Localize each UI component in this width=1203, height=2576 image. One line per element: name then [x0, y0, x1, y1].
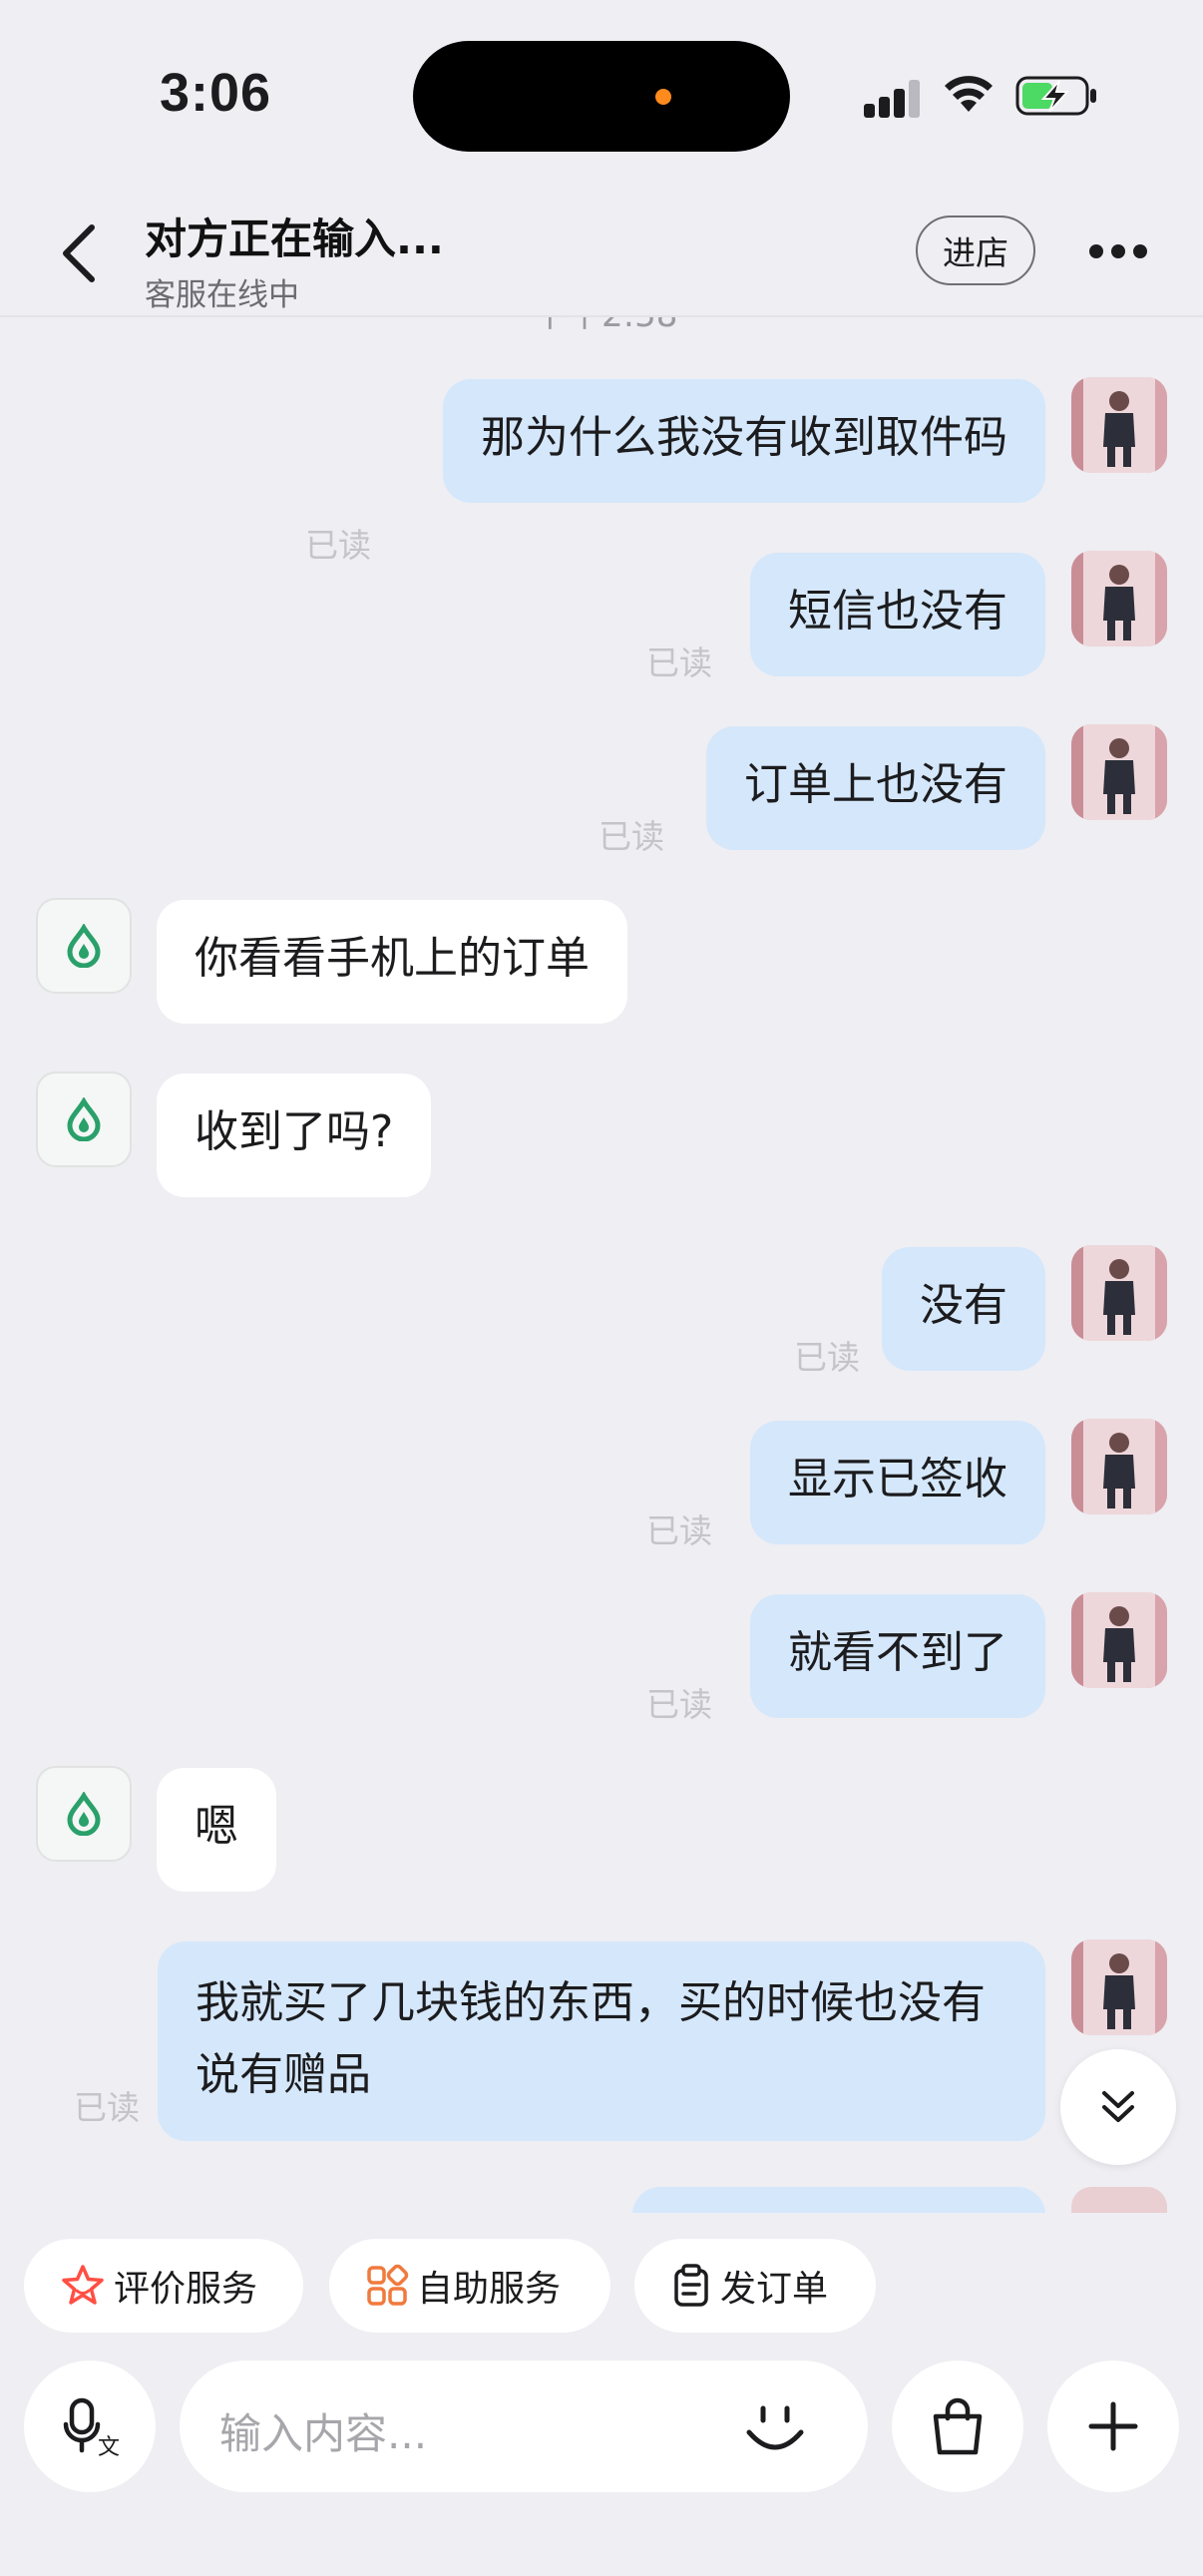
message-input[interactable]: 输入内容...: [180, 2361, 868, 2492]
read-status: 已读: [74, 2088, 140, 2127]
user-photo-icon: [1071, 1419, 1167, 1514]
my-avatar[interactable]: [1071, 1245, 1167, 1341]
read-status: 已读: [794, 1338, 860, 1377]
message-input-bar: 文 输入内容...: [0, 2349, 1203, 2576]
clipboard-icon: [674, 2264, 708, 2307]
read-status: 已读: [646, 1685, 712, 1724]
my-message-bubble[interactable]: 没有: [882, 1247, 1045, 1371]
chip-label: 自助服务: [417, 2269, 562, 2310]
wifi-icon: [945, 76, 993, 112]
product-bag-button[interactable]: [892, 2361, 1023, 2492]
service-avatar[interactable]: [36, 1766, 132, 1862]
chat-message-list[interactable]: 下午2:58 已读 那为什么我没有收到取件码 已读 短信也没有: [0, 317, 1203, 2213]
more-actions-button[interactable]: [1047, 2361, 1179, 2492]
my-avatar[interactable]: [1071, 724, 1167, 820]
my-message-bubble-partial[interactable]: [632, 2187, 1045, 2213]
plus-icon: [1088, 2401, 1138, 2451]
svg-text:文: 文: [98, 2435, 120, 2458]
chat-title: 对方正在输入...: [145, 215, 444, 263]
user-photo-icon: [1071, 724, 1167, 820]
smiley-icon[interactable]: [743, 2396, 807, 2460]
grid-icon: [367, 2264, 409, 2306]
voice-to-text-button[interactable]: 文: [24, 2361, 156, 2492]
dynamic-island: [413, 41, 790, 152]
send-order-chip[interactable]: 发订单: [634, 2239, 876, 2333]
service-avatar[interactable]: [36, 898, 132, 994]
my-message-bubble[interactable]: 订单上也没有: [706, 726, 1045, 850]
my-message-bubble[interactable]: 短信也没有: [750, 553, 1045, 676]
status-bar: 3:06: [0, 0, 1203, 190]
read-status: 已读: [599, 817, 664, 856]
user-photo-icon: [1071, 377, 1167, 473]
user-photo-icon: [1071, 1939, 1167, 2035]
input-placeholder: 输入内容...: [219, 2409, 428, 2458]
store-logo-icon: [67, 1792, 101, 1836]
my-avatar-partial: [1071, 2187, 1167, 2213]
battery-charging-icon: [1015, 76, 1096, 116]
my-avatar[interactable]: [1071, 1592, 1167, 1688]
visit-store-button[interactable]: 进店: [916, 215, 1035, 285]
scroll-to-bottom-button[interactable]: [1060, 2049, 1176, 2165]
rate-service-chip[interactable]: 评价服务: [24, 2239, 303, 2333]
service-message-bubble[interactable]: 嗯: [157, 1768, 276, 1892]
read-status: 已读: [305, 526, 371, 565]
user-photo-icon: [1071, 551, 1167, 646]
cellular-signal-icon: [864, 80, 922, 118]
read-status: 已读: [646, 1511, 712, 1550]
my-avatar[interactable]: [1071, 377, 1167, 473]
my-message-bubble[interactable]: 显示已签收: [750, 1421, 1045, 1544]
chip-label: 评价服务: [114, 2269, 258, 2310]
user-photo-icon: [1071, 1592, 1167, 1688]
user-photo-icon: [1071, 1245, 1167, 1341]
store-logo-icon: [67, 924, 101, 968]
self-service-chip[interactable]: 自助服务: [329, 2239, 610, 2333]
more-options-icon[interactable]: [1087, 233, 1149, 267]
my-avatar[interactable]: [1071, 1939, 1167, 2035]
my-message-bubble[interactable]: 我就买了几块钱的东西，买的时候也没有说有赠品: [158, 1941, 1045, 2141]
my-message-bubble[interactable]: 就看不到了: [750, 1594, 1045, 1718]
privacy-indicator-dot: [655, 89, 671, 105]
read-status: 已读: [646, 644, 712, 682]
star-icon: [62, 2265, 104, 2305]
shopping-bag-icon: [933, 2397, 983, 2455]
quick-actions-bar: 评价服务 自助服务 发订单: [0, 2213, 1203, 2349]
service-message-bubble[interactable]: 收到了吗?: [157, 1073, 432, 1197]
back-arrow-icon[interactable]: [56, 219, 104, 287]
message-timestamp: 下午2:58: [534, 317, 677, 336]
chat-header: 对方正在输入... 客服在线中 进店: [0, 190, 1203, 317]
status-time: 3:06: [160, 63, 272, 123]
chat-subtitle: 客服在线中: [145, 277, 299, 313]
service-message-bubble[interactable]: 你看看手机上的订单: [157, 900, 627, 1024]
store-logo-icon: [67, 1097, 101, 1141]
double-chevron-down-icon: [1102, 2091, 1134, 2122]
service-avatar[interactable]: [36, 1072, 132, 1167]
voice-to-text-icon: 文: [63, 2397, 120, 2458]
chip-label: 发订单: [720, 2269, 829, 2310]
my-avatar[interactable]: [1071, 1419, 1167, 1514]
my-avatar[interactable]: [1071, 551, 1167, 646]
my-message-bubble[interactable]: 那为什么我没有收到取件码: [443, 379, 1045, 503]
